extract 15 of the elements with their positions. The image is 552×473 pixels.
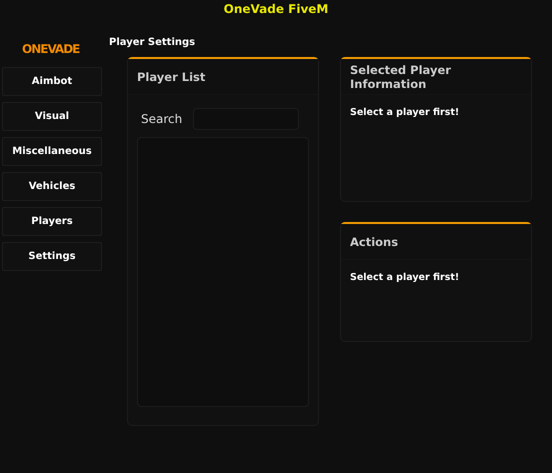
logo: ONEVADE bbox=[22, 41, 80, 58]
panel-message: Select a player first! bbox=[349, 106, 460, 120]
window-title: OneVade FiveM bbox=[222, 1, 330, 18]
panel-title: Actions bbox=[350, 234, 398, 248]
search-label: Search bbox=[141, 112, 182, 126]
panel-message: Select a player first! bbox=[349, 271, 460, 285]
section-title: Player Settings bbox=[109, 37, 196, 50]
panel-title: Selected Player Information bbox=[350, 62, 452, 90]
sidebar-item[interactable]: Aimbot bbox=[2, 67, 102, 96]
sidebar-item[interactable]: Settings bbox=[2, 242, 102, 271]
sidebar-item[interactable]: Visual bbox=[2, 102, 102, 131]
panel-title: Player List bbox=[137, 70, 206, 84]
sidebar-item[interactable]: Miscellaneous bbox=[2, 137, 102, 166]
sidebar-item[interactable]: Vehicles bbox=[2, 172, 102, 201]
sidebar-item[interactable]: Players bbox=[2, 207, 102, 236]
